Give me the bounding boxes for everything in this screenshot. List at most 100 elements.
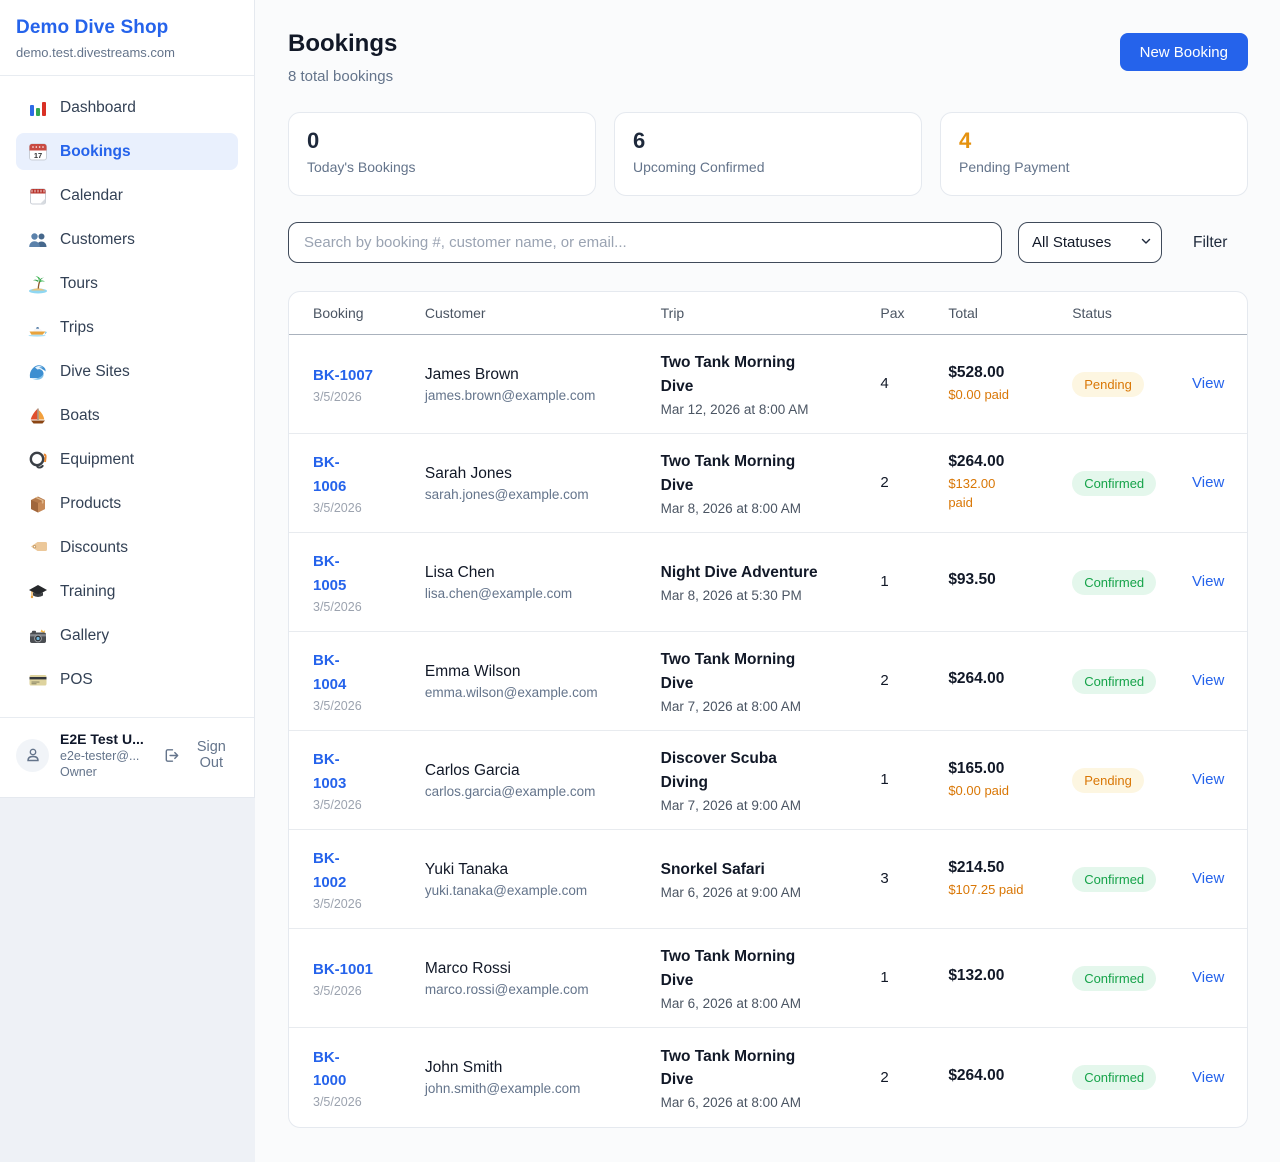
desert-island-icon (28, 274, 48, 294)
trip-time: Mar 8, 2026 at 5:30 PM (661, 588, 869, 603)
sidebar-item-label: Trips (60, 319, 94, 337)
view-link[interactable]: View (1192, 771, 1224, 788)
column-header-trip: Trip (661, 305, 881, 321)
package-icon (28, 494, 48, 514)
view-link[interactable]: View (1192, 672, 1224, 689)
sidebar-item-discounts[interactable]: Discounts (16, 529, 238, 566)
booking-date: 3/5/2026 (313, 501, 425, 515)
status-badge: Confirmed (1072, 1065, 1156, 1090)
paid-amount: $0.00 paid (948, 386, 1062, 405)
table-row: BK- 1000 3/5/2026 John Smith john.smith@… (289, 1028, 1247, 1127)
sidebar-item-label: Training (60, 583, 115, 601)
sidebar-item-boats[interactable]: Boats (16, 397, 238, 434)
view-link[interactable]: View (1192, 474, 1224, 491)
stat-value: 6 (633, 128, 903, 154)
person-icon (24, 746, 42, 764)
table-row: BK-1007 3/5/2026 James Brown james.brown… (289, 335, 1247, 434)
booking-id-link[interactable]: BK-1007 (313, 364, 425, 387)
sign-out-button[interactable]: Sign Out (163, 739, 238, 771)
total-amount: $264.00 (948, 453, 1062, 471)
table-row: BK- 1002 3/5/2026 Yuki Tanaka yuki.tanak… (289, 830, 1247, 929)
trip-name: Two Tank Morning Dive (661, 1045, 869, 1092)
sidebar-item-dashboard[interactable]: Dashboard (16, 89, 238, 126)
view-link[interactable]: View (1192, 573, 1224, 590)
pax-count: 1 (880, 969, 888, 986)
pax-count: 2 (880, 474, 888, 491)
total-amount: $93.50 (948, 571, 1062, 589)
sidebar-nav: Dashboard 17 Bookings Calendar Customers (0, 76, 254, 711)
customer-name: Emma Wilson (425, 663, 649, 681)
customer-name: James Brown (425, 366, 649, 384)
table-header-row: Booking Customer Trip Pax Total Status (289, 292, 1247, 335)
stat-card-pending-payment: 4 Pending Payment (940, 112, 1248, 196)
customer-name: Yuki Tanaka (425, 861, 649, 879)
pax-count: 1 (880, 771, 888, 788)
sidebar-item-label: Customers (60, 231, 135, 249)
sidebar-item-calendar[interactable]: Calendar (16, 177, 238, 214)
column-header-status: Status (1072, 305, 1192, 321)
booking-date: 3/5/2026 (313, 600, 425, 614)
trip-name: Night Dive Adventure (661, 561, 869, 584)
booking-id-link[interactable]: BK- 1002 (313, 847, 425, 894)
column-header-booking: Booking (313, 305, 425, 321)
booking-id-link[interactable]: BK- 1004 (313, 649, 425, 696)
customer-name: Lisa Chen (425, 564, 649, 582)
tear-off-calendar-icon (28, 186, 48, 206)
customer-email: lisa.chen@example.com (425, 586, 649, 601)
column-header-pax: Pax (880, 305, 948, 321)
trip-name: Two Tank Morning Dive (661, 648, 869, 695)
sidebar-item-label: Dive Sites (60, 363, 130, 381)
view-link[interactable]: View (1192, 969, 1224, 986)
trip-time: Mar 7, 2026 at 8:00 AM (661, 699, 869, 714)
paid-amount: $132.00 paid (948, 475, 1062, 513)
stat-value: 4 (959, 128, 1229, 154)
sidebar-item-trips[interactable]: Trips (16, 309, 238, 346)
booking-id-link[interactable]: BK- 1006 (313, 451, 425, 498)
credit-card-icon (28, 670, 48, 690)
sidebar-item-training[interactable]: Training (16, 573, 238, 610)
filter-button[interactable]: Filter (1193, 234, 1227, 252)
search-input[interactable] (288, 222, 1002, 263)
sidebar-item-label: Discounts (60, 539, 128, 557)
sidebar-item-gallery[interactable]: Gallery (16, 617, 238, 654)
trip-name: Discover Scuba Diving (661, 747, 869, 794)
avatar (16, 739, 49, 772)
sidebar-item-equipment[interactable]: Equipment (16, 441, 238, 478)
view-link[interactable]: View (1192, 870, 1224, 887)
trip-time: Mar 7, 2026 at 9:00 AM (661, 798, 869, 813)
customer-name: John Smith (425, 1059, 649, 1077)
total-amount: $264.00 (948, 670, 1062, 688)
view-link[interactable]: View (1192, 1069, 1224, 1086)
customer-name: Sarah Jones (425, 465, 649, 483)
booking-id-link[interactable]: BK- 1003 (313, 748, 425, 795)
customer-email: john.smith@example.com (425, 1081, 649, 1096)
sidebar-item-products[interactable]: Products (16, 485, 238, 522)
sidebar-item-dive-sites[interactable]: Dive Sites (16, 353, 238, 390)
sidebar-item-customers[interactable]: Customers (16, 221, 238, 258)
sidebar-item-tours[interactable]: Tours (16, 265, 238, 302)
sidebar-item-label: Tours (60, 275, 98, 293)
booking-date: 3/5/2026 (313, 984, 425, 998)
sidebar-item-pos[interactable]: POS (16, 661, 238, 698)
brand-block[interactable]: Demo Dive Shop demo.test.divestreams.com (0, 0, 254, 76)
status-filter-select[interactable]: All Statuses (1018, 222, 1162, 263)
table-row: BK- 1005 3/5/2026 Lisa Chen lisa.chen@ex… (289, 533, 1247, 632)
booking-id-link[interactable]: BK-1001 (313, 958, 425, 981)
status-badge: Confirmed (1072, 966, 1156, 991)
sidebar-item-label: Equipment (60, 451, 134, 469)
table-row: BK- 1006 3/5/2026 Sarah Jones sarah.jone… (289, 434, 1247, 533)
booking-id-link[interactable]: BK- 1000 (313, 1046, 425, 1093)
booking-id-link[interactable]: BK- 1005 (313, 550, 425, 597)
sidebar-item-bookings[interactable]: 17 Bookings (16, 133, 238, 170)
new-booking-button[interactable]: New Booking (1120, 33, 1248, 71)
sailboat-icon (28, 406, 48, 426)
logout-icon (163, 747, 179, 764)
paid-amount: $107.25 paid (948, 881, 1062, 900)
total-amount: $264.00 (948, 1067, 1062, 1085)
user-role: Owner (60, 765, 163, 779)
customer-email: emma.wilson@example.com (425, 685, 649, 700)
stat-label: Upcoming Confirmed (633, 159, 903, 175)
sidebar-item-label: Bookings (60, 143, 131, 161)
view-link[interactable]: View (1192, 375, 1224, 392)
sidebar-item-label: POS (60, 671, 93, 689)
